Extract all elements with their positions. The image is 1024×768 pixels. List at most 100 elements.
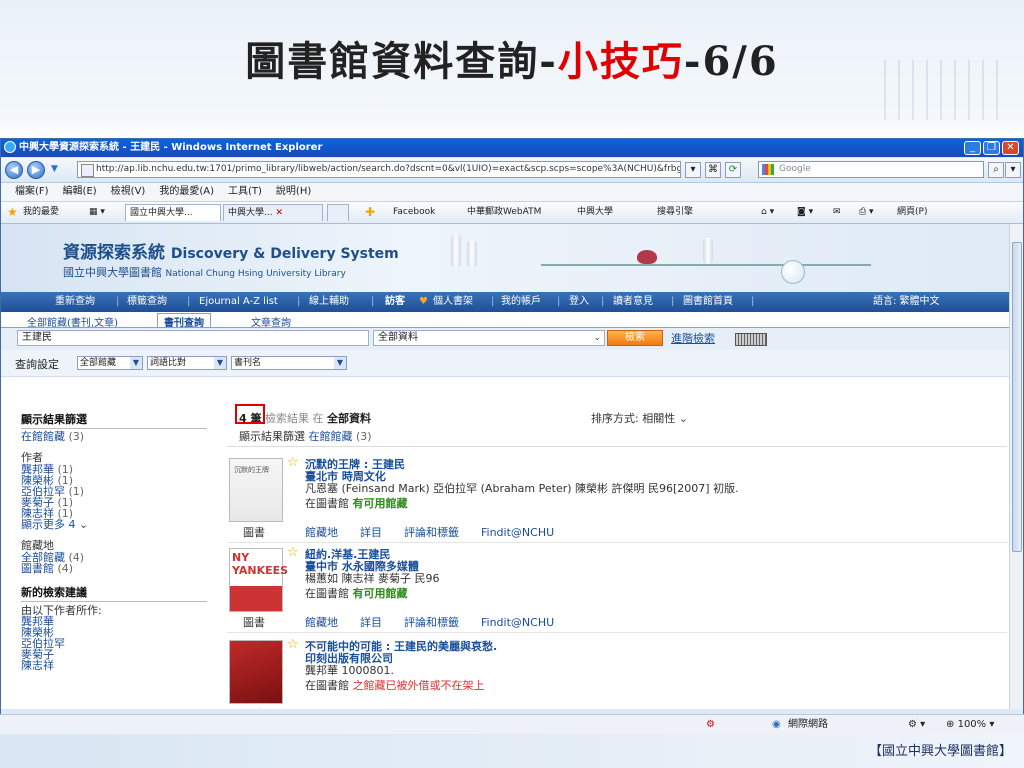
link-location[interactable]: 館藏地 <box>305 526 338 539</box>
record-divider <box>227 542 1007 543</box>
book-cover[interactable] <box>229 640 283 704</box>
query-input[interactable]: 王建民 <box>17 330 369 346</box>
web-search-icon[interactable]: ⌕ <box>988 162 1004 178</box>
link-reviews[interactable]: 評論和標籤 <box>404 526 459 539</box>
add-favorite-icon[interactable]: ✚ <box>365 202 375 223</box>
slide-title: 圖書館資料查詢-小技巧-6/6 <box>0 38 1024 86</box>
home-icon[interactable]: ⌂ ▾ <box>761 202 774 223</box>
advanced-search-link[interactable]: 進階檢索 <box>671 330 715 346</box>
scope-select[interactable]: 全部資料 ⌄ <box>373 330 605 346</box>
history-dropdown-icon[interactable]: ▼ <box>51 164 58 174</box>
star-icon[interactable]: ☆ <box>287 545 299 560</box>
nav-bookshelf[interactable]: 個人書架 <box>433 292 473 312</box>
new-tab-button[interactable] <box>327 204 349 221</box>
minimize-button[interactable]: _ <box>964 141 981 155</box>
chevron-down-icon: ⌄ <box>593 333 601 343</box>
link-findit[interactable]: Findit@NCHU <box>481 526 554 539</box>
field-select[interactable]: 書刊名 ▼ <box>231 356 347 370</box>
favorites-label[interactable]: 我的最愛 <box>23 202 59 223</box>
nav-tag-search[interactable]: 標籤查詢 <box>127 292 167 312</box>
window-titlebar: 中興大學資源探索系統 - 王建民 - Windows Internet Expl… <box>1 139 1023 157</box>
nav-online-help[interactable]: 線上輔助 <box>309 292 349 312</box>
browser-window: 中興大學資源探索系統 - 王建民 - Windows Internet Expl… <box>0 138 1024 716</box>
scrollbar-thumb[interactable] <box>1012 242 1022 552</box>
avail-status[interactable]: 之館藏已被外借或不在架上 <box>353 679 485 692</box>
show-more-link[interactable]: 顯示更多 4 ⌄ <box>21 519 207 530</box>
quick-tabs-icon[interactable]: ▦ ▾ <box>89 202 105 223</box>
address-dropdown-icon[interactable]: ▾ <box>685 162 701 178</box>
banner-vase-icon <box>703 238 713 264</box>
print-icon[interactable]: ⎙ ▾ <box>859 202 874 223</box>
tab-1-label: 國立中興大學... <box>130 208 193 218</box>
nav-login[interactable]: 登入 <box>569 292 589 312</box>
bookmark-facebook[interactable]: Facebook <box>393 202 435 223</box>
highlight-box <box>235 404 265 424</box>
avail-status[interactable]: 有可用館藏 <box>353 587 408 600</box>
nav-new-search[interactable]: 重新查詢 <box>55 292 95 312</box>
facet-holding[interactable]: 圖書館 (4) <box>21 563 207 574</box>
suggest-author[interactable]: 陳志祥 <box>21 660 207 671</box>
link-reviews[interactable]: 評論和標籤 <box>404 616 459 629</box>
nav-ejournal[interactable]: Ejournal A-Z list <box>199 292 278 312</box>
record-authors: 楊蕙如 陳志祥 麥菊子 民96 <box>305 572 440 585</box>
match-select-value: 詞語比對 <box>150 358 187 368</box>
match-select[interactable]: 詞語比對 ▼ <box>147 356 227 370</box>
link-details[interactable]: 詳目 <box>360 616 382 629</box>
link-location[interactable]: 館藏地 <box>305 616 338 629</box>
link-details[interactable]: 詳目 <box>360 526 382 539</box>
record-authors: 龔邦華 1000801. <box>305 664 394 677</box>
page-scrollbar[interactable] <box>1009 224 1023 709</box>
google-icon <box>762 164 774 175</box>
bookmark-nchu[interactable]: 中興大學 <box>577 202 613 223</box>
avail-status[interactable]: 有可用館藏 <box>353 497 408 510</box>
menu-favorites[interactable]: 我的最愛(A) <box>159 186 214 197</box>
keyboard-icon[interactable] <box>735 333 767 346</box>
compat-view-icon[interactable]: ⌘ <box>705 162 721 178</box>
nav-feedback[interactable]: 讀者意見 <box>613 292 653 312</box>
mail-icon[interactable]: ✉ <box>833 202 841 223</box>
link-findit[interactable]: Findit@NCHU <box>481 616 554 629</box>
footer-text: 【國立中興大學圖書館】 <box>868 744 1012 759</box>
zoom-control[interactable]: ⊕ 100% ▾ <box>946 715 994 735</box>
search-options-icon[interactable]: ▾ <box>1005 162 1021 178</box>
maximize-button[interactable]: ❐ <box>983 141 1000 155</box>
bookmark-search-engines[interactable]: 搜尋引擎 <box>657 202 693 223</box>
tab-1[interactable]: 國立中興大學... <box>125 204 221 221</box>
holdings-select[interactable]: 全部館藏 ▼ <box>77 356 143 370</box>
forward-icon[interactable]: ▶ <box>27 161 45 179</box>
menu-edit[interactable]: 編輯(E) <box>63 186 97 197</box>
close-button[interactable]: ✕ <box>1002 141 1019 155</box>
slide-title-accent: 小技巧 <box>557 38 684 85</box>
filter-link[interactable]: 在館館藏 <box>309 430 353 443</box>
menu-help[interactable]: 說明(H) <box>276 186 311 197</box>
book-cover[interactable]: NY YANKEES <box>229 548 288 612</box>
language-select[interactable]: 語言: 繁體中文 <box>873 292 940 312</box>
results-filter-row: 顯示結果篩選 在館館藏 (3) <box>239 428 372 444</box>
query-value: 王建民 <box>22 332 52 343</box>
tab-close-icon[interactable]: ✕ <box>275 208 283 218</box>
star-icon[interactable]: ☆ <box>287 637 299 652</box>
facet-in-library[interactable]: 在館館藏 (3) <box>21 431 207 442</box>
author-facet-list: 龔邦華 (1) 陳榮彬 (1) 亞伯拉罕 (1) 麥菊子 (1) 陳志祥 (1) <box>21 464 207 519</box>
tab-2[interactable]: 中興大學... ✕ <box>223 204 323 221</box>
settings-gear-icon[interactable]: ⚙ ▾ <box>908 715 925 735</box>
page-menu[interactable]: 網頁(P) <box>897 202 927 223</box>
favorites-star-icon[interactable]: ★ <box>7 202 18 223</box>
feeds-icon[interactable]: ◙ ▾ <box>797 202 813 223</box>
bookmark-webatm[interactable]: 中華郵政WebATM <box>467 202 541 223</box>
sort-control[interactable]: 排序方式: 相關性 ⌄ <box>591 410 688 426</box>
refresh-icon[interactable]: ⟳ <box>725 162 741 178</box>
star-icon[interactable]: ☆ <box>287 455 299 470</box>
search-button[interactable]: 檢索 <box>607 330 663 346</box>
web-search-input[interactable]: Google <box>758 161 984 178</box>
tab-2-label: 中興大學... <box>228 208 273 218</box>
record-links: 館藏地 詳目 評論和標籤 Findit@NCHU <box>305 524 576 540</box>
menu-file[interactable]: 檔案(F) <box>15 186 49 197</box>
book-cover[interactable]: 沉默的王牌 <box>229 458 283 522</box>
nav-my-account[interactable]: 我的帳戶 <box>501 292 541 312</box>
back-icon[interactable]: ◀ <box>5 161 23 179</box>
address-bar[interactable]: http://ap.lib.nchu.edu.tw:1701/primo_lib… <box>77 161 681 178</box>
menu-tools[interactable]: 工具(T) <box>228 186 262 197</box>
nav-library-home[interactable]: 圖書館首頁 <box>683 292 733 312</box>
menu-view[interactable]: 檢視(V) <box>111 186 146 197</box>
